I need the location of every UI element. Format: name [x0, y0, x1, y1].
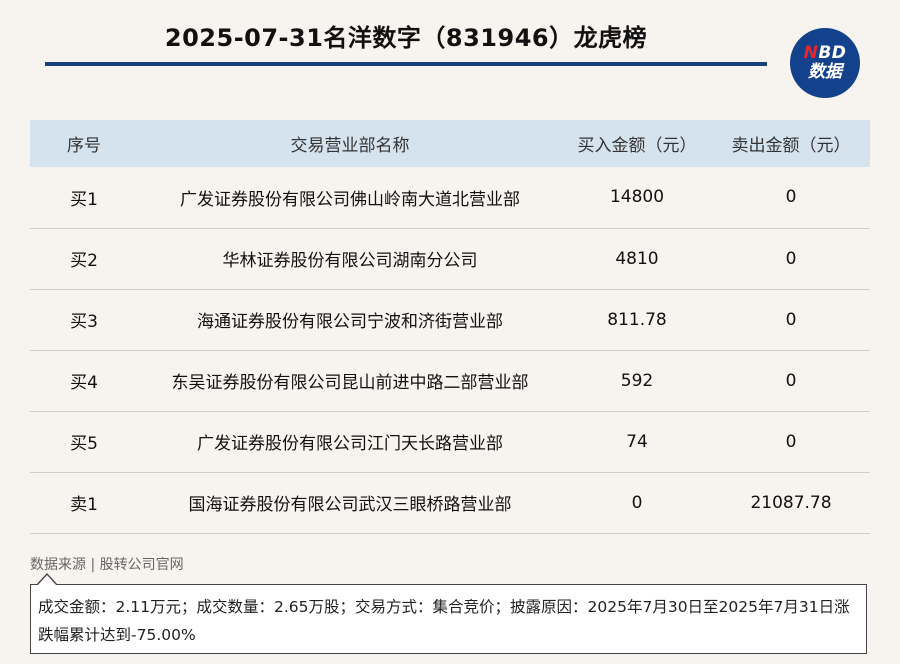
trade-summary-note: 成交金额：2.11万元；成交数量：2.65万股；交易方式：集合竞价；披露原因：2…: [30, 584, 867, 654]
data-source: 数据来源 | 股转公司官网: [30, 557, 184, 573]
row-buy: 74: [626, 431, 648, 452]
table-row: 买1 广发证券股份有限公司佛山岭南大道北营业部 14800 0: [30, 167, 870, 228]
logo-bd: BD: [818, 43, 847, 63]
dragon-tiger-table: 序号 交易营业部名称 买入金额（元） 卖出金额（元） 买1 广发证券股份有限公司…: [30, 120, 870, 534]
row-sell: 0: [785, 370, 797, 391]
row-buy: 592: [620, 370, 654, 391]
row-seq: 买3: [70, 312, 98, 332]
column-header-seq: 序号: [67, 136, 101, 156]
column-header-branch: 交易营业部名称: [290, 136, 410, 156]
row-buy: 14800: [609, 187, 665, 208]
table-header: 序号 交易营业部名称 买入金额（元） 卖出金额（元）: [30, 120, 870, 167]
logo-subtitle: 数据: [808, 62, 842, 82]
row-branch: 国海证券股份有限公司武汉三眼桥路营业部: [188, 495, 512, 515]
row-sell: 21087.78: [750, 492, 832, 513]
row-seq: 买2: [70, 251, 98, 271]
row-buy: 0: [631, 492, 643, 513]
logo-wordmark: NBD: [804, 45, 847, 62]
row-sell: 0: [785, 431, 797, 452]
table-row: 买3 海通证券股份有限公司宁波和济街营业部 811.78 0: [30, 289, 870, 350]
logo-n: N: [803, 43, 819, 63]
row-branch: 广发证券股份有限公司江门天长路营业部: [197, 434, 503, 454]
table-row: 买4 东吴证券股份有限公司昆山前进中路二部营业部 592 0: [30, 350, 870, 411]
row-seq: 买4: [70, 373, 98, 393]
row-buy: 811.78: [607, 309, 667, 330]
row-buy: 4810: [615, 248, 659, 269]
row-sell: 0: [785, 309, 797, 330]
nbd-data-logo: NBD 数据: [790, 28, 860, 98]
row-branch: 华林证券股份有限公司湖南分公司: [222, 251, 478, 271]
column-header-buy: 买入金额（元）: [577, 136, 697, 156]
row-seq: 买5: [70, 434, 98, 454]
row-sell: 0: [785, 187, 797, 208]
row-branch: 海通证券股份有限公司宁波和济街营业部: [197, 312, 503, 332]
row-seq: 买1: [70, 189, 98, 210]
table-row: 买5 广发证券股份有限公司江门天长路营业部 74 0: [30, 411, 870, 472]
row-branch: 东吴证券股份有限公司昆山前进中路二部营业部: [171, 373, 529, 393]
header-row: 序号 交易营业部名称 买入金额（元） 卖出金额（元）: [30, 120, 870, 167]
page-title: 2025-07-31名洋数字（831946）龙虎榜: [164, 24, 648, 52]
note-pointer-fill: [37, 575, 57, 586]
column-header-sell: 卖出金额（元）: [731, 136, 851, 156]
table-row: 买2 华林证券股份有限公司湖南分公司 4810 0: [30, 228, 870, 289]
table-body: 买1 广发证券股份有限公司佛山岭南大道北营业部 14800 0 买2 华林证券股…: [30, 167, 870, 533]
row-seq: 卖1: [70, 495, 98, 515]
title-underline: [45, 62, 767, 66]
row-sell: 0: [785, 248, 797, 269]
note-text: 成交金额：2.11万元；成交数量：2.65万股；交易方式：集合竞价；披露原因：2…: [38, 598, 850, 644]
row-branch: 广发证券股份有限公司佛山岭南大道北营业部: [180, 189, 520, 210]
table-row: 卖1 国海证券股份有限公司武汉三眼桥路营业部 0 21087.78: [30, 472, 870, 533]
